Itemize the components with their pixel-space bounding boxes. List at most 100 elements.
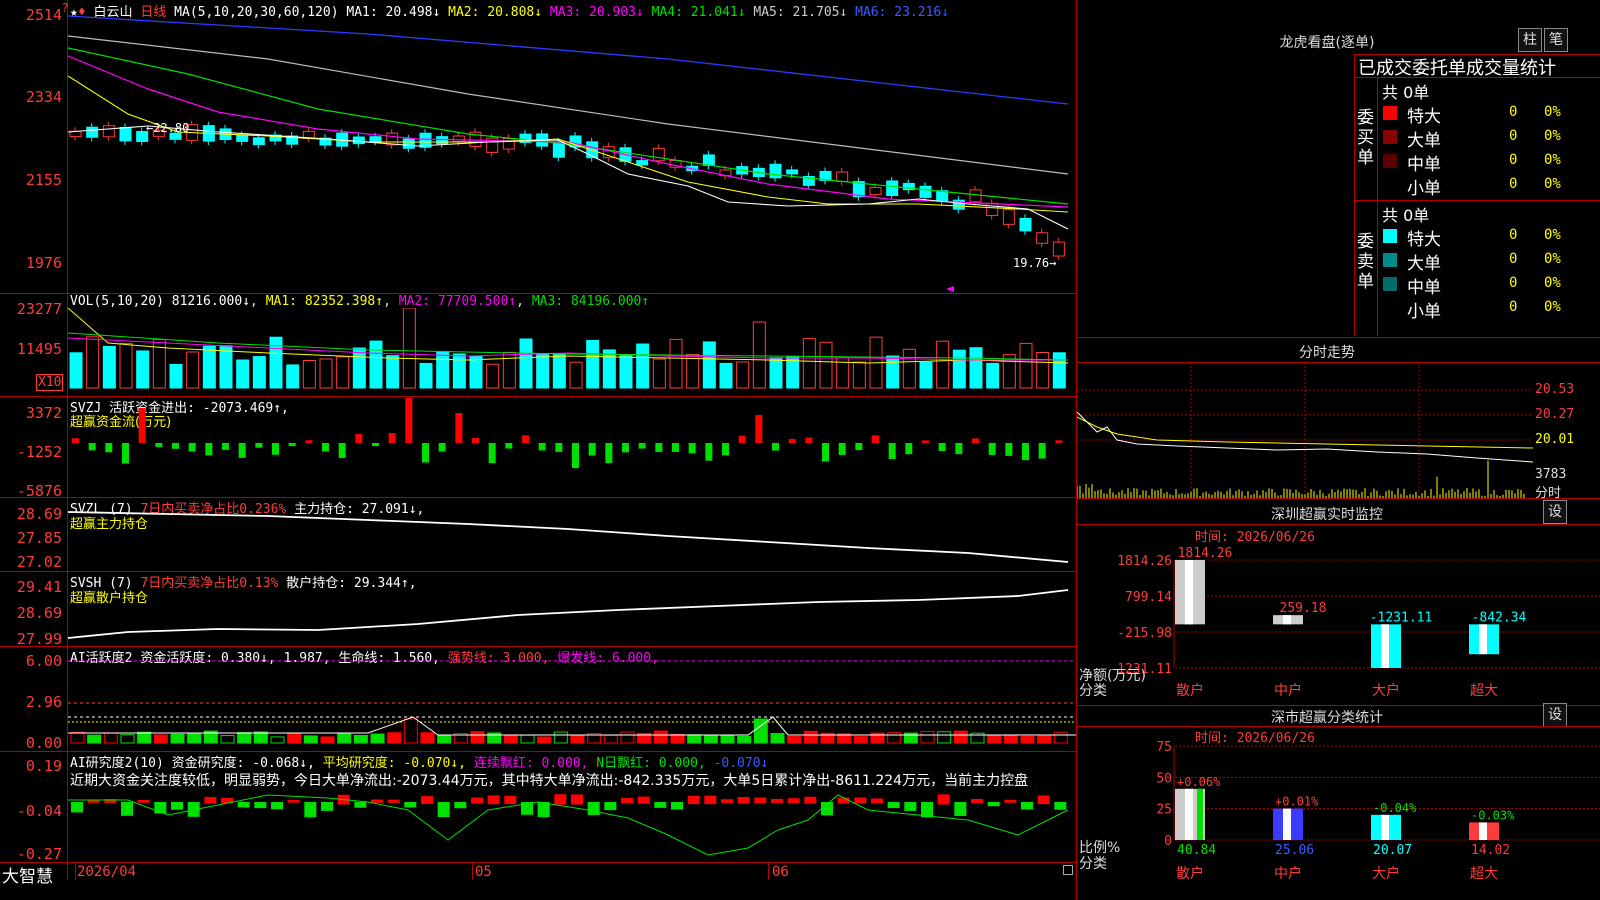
flow-bar bbox=[205, 443, 213, 456]
candle bbox=[119, 123, 132, 145]
research-bar bbox=[771, 798, 783, 804]
research-bar bbox=[637, 796, 650, 804]
svzj-chart[interactable] bbox=[68, 397, 1076, 497]
flow-bar bbox=[522, 435, 529, 443]
classify-settings-button[interactable]: 设 bbox=[1543, 703, 1567, 727]
candle bbox=[486, 134, 499, 157]
volume-bar bbox=[452, 353, 466, 389]
research-bar bbox=[604, 802, 617, 811]
activity-bar bbox=[420, 732, 435, 744]
activity-bar bbox=[620, 731, 635, 744]
activity-bar bbox=[170, 733, 185, 744]
bar-mode-button[interactable]: 柱 bbox=[1518, 28, 1542, 52]
candle bbox=[702, 150, 715, 170]
svsh-axis-1: 29.41 bbox=[16, 578, 62, 596]
svsh-chart[interactable] bbox=[68, 572, 1076, 646]
flow-bar bbox=[922, 440, 929, 443]
research-bar bbox=[804, 796, 817, 804]
candle bbox=[102, 121, 115, 141]
flow-bar bbox=[655, 443, 663, 452]
brand-logo[interactable]: 大智慧 bbox=[2, 862, 53, 887]
flow-bar bbox=[622, 443, 629, 453]
candle bbox=[952, 196, 965, 214]
vol-axis-1: 23277 bbox=[16, 300, 62, 318]
row-pct: 0% bbox=[1544, 275, 1561, 291]
lock-icon[interactable] bbox=[1063, 865, 1073, 875]
volume-bar bbox=[169, 363, 183, 389]
flow-bar bbox=[672, 443, 679, 452]
monitor-axis-label: 799.14 bbox=[1125, 590, 1172, 605]
row-pct: 0% bbox=[1544, 299, 1561, 315]
classify-category-label: 大户 bbox=[1372, 865, 1400, 882]
ai-active-chart[interactable] bbox=[68, 647, 1076, 751]
vol-chart[interactable] bbox=[68, 308, 1076, 396]
svzj-axis-1: 3372 bbox=[25, 404, 62, 422]
activity-bar bbox=[987, 734, 1002, 744]
vol-ma3: MA3: 84196.000↑ bbox=[531, 294, 650, 309]
flow-bar bbox=[288, 443, 296, 447]
ai-research-t3: 连续飘红: 0.000, bbox=[473, 756, 589, 771]
monitor-settings-button[interactable]: 设 bbox=[1543, 500, 1567, 524]
price-chart[interactable]: ←22.80 19.76→ bbox=[68, 14, 1076, 293]
volume-bar bbox=[886, 355, 900, 389]
volume-bar bbox=[319, 358, 333, 389]
flow-bar bbox=[388, 433, 396, 443]
monitor-category-label: 大户 bbox=[1372, 682, 1400, 699]
volume-bar bbox=[186, 351, 200, 389]
volume-bar bbox=[102, 345, 116, 389]
ai-research-chart[interactable] bbox=[68, 790, 1076, 862]
flow-bar bbox=[338, 443, 346, 459]
flow-bar bbox=[788, 438, 796, 443]
svzl-chart[interactable] bbox=[68, 498, 1076, 571]
activity-bar bbox=[353, 734, 368, 744]
volume-bar bbox=[136, 350, 150, 389]
monitor-axis-label: 1814.26 bbox=[1117, 554, 1172, 569]
candle bbox=[86, 123, 99, 142]
main-chart-area[interactable]: ★♦ 白云山 日线 MA(5,10,20,30,60,120) MA1: 20.… bbox=[0, 0, 1077, 900]
volume-bar bbox=[252, 356, 266, 389]
buy-row-1: 大单 0 0% bbox=[1379, 126, 1600, 151]
volume-bar bbox=[852, 361, 866, 389]
sell-row-2: 中单 0 0% bbox=[1379, 273, 1600, 298]
classify-axis-label: 50 bbox=[1156, 771, 1172, 786]
candle bbox=[286, 131, 299, 149]
row-pct: 0% bbox=[1544, 251, 1561, 267]
volume-bar bbox=[502, 351, 516, 389]
monitor-chart[interactable]: 1814.26 799.14 -215.98 -1231.11 1814.26 散户 259… bbox=[1077, 540, 1600, 705]
intraday-chart[interactable] bbox=[1077, 362, 1533, 498]
activity-bar bbox=[603, 734, 618, 744]
classify-axis-label: 25 bbox=[1156, 803, 1172, 818]
research-bar bbox=[454, 802, 467, 809]
volume-bar bbox=[286, 364, 300, 389]
flow-bar bbox=[972, 438, 979, 443]
volume-bar bbox=[952, 349, 966, 389]
ai-research-header: AI研究度2(10) 资金研究度: -0.068↓, 平均研究度: -0.070… bbox=[70, 752, 768, 771]
flow-bar bbox=[88, 443, 96, 451]
volume-bar bbox=[519, 338, 533, 389]
activity-bar bbox=[220, 735, 235, 744]
row-count: 0 bbox=[1509, 104, 1518, 120]
volume-bar bbox=[969, 347, 983, 389]
classify-chart[interactable]: 75 50 25 0 +0.06% 40.84 散户 +0.01% 25.06 中户 -0.04% 2… bbox=[1077, 740, 1600, 900]
flow-bar bbox=[838, 443, 846, 455]
activity-bar bbox=[770, 732, 785, 744]
classify-bar-大户 bbox=[1371, 814, 1401, 840]
vol-label: VOL(5,10,20) bbox=[70, 294, 164, 309]
activity-bar bbox=[537, 736, 552, 744]
flow-bar bbox=[588, 443, 596, 456]
activity-bar bbox=[953, 730, 968, 744]
volume-bar bbox=[936, 340, 950, 389]
activity-bar bbox=[320, 736, 335, 744]
research-bar bbox=[421, 796, 433, 804]
activity-bar bbox=[520, 734, 535, 744]
research-bar bbox=[504, 795, 517, 805]
buy-row-2: 中单 0 0% bbox=[1379, 150, 1600, 175]
research-bar bbox=[304, 802, 317, 818]
tick-mode-button[interactable]: 笔 bbox=[1544, 28, 1568, 52]
research-bar bbox=[437, 802, 450, 818]
flow-bar bbox=[905, 443, 913, 455]
activity-bar bbox=[920, 731, 935, 744]
row-pct: 0% bbox=[1544, 152, 1561, 168]
flow-bar bbox=[355, 434, 363, 443]
monitor-category-label: 超大 bbox=[1470, 683, 1498, 699]
